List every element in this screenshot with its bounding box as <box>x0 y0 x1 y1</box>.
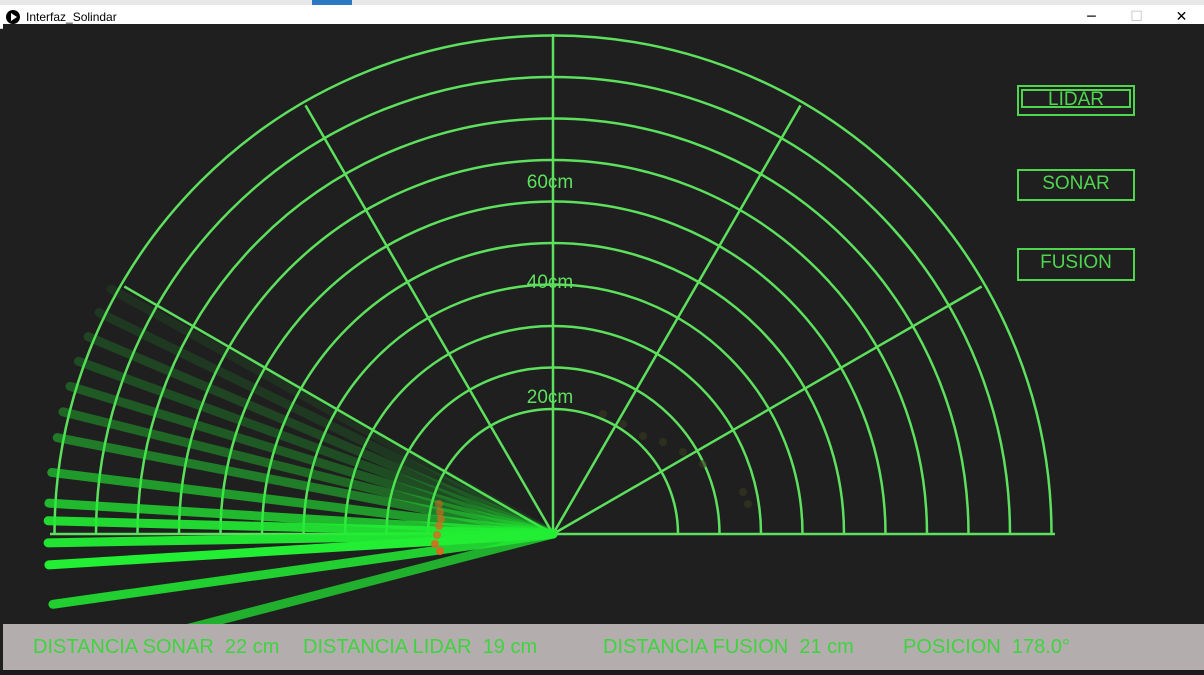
processing-app-icon <box>6 9 20 24</box>
lidar-distance-unit: cm <box>510 636 538 658</box>
position-label: POSICION <box>903 636 1001 658</box>
fusion-distance-readout: DISTANCIA FUSION 21 cm <box>603 636 854 659</box>
faded-detection-dot <box>679 448 687 456</box>
radar-spoke <box>552 285 983 536</box>
detection-dot <box>435 500 443 508</box>
fusion-distance-unit: cm <box>827 636 854 658</box>
sonar-distance-label: DISTANCIA SONAR <box>33 636 214 658</box>
position-readout: POSICION 178.0° <box>903 636 1070 659</box>
lidar-distance-value: 19 <box>482 636 505 658</box>
faded-detection-dot <box>744 500 752 508</box>
sonar-distance-readout: DISTANCIA SONAR 22 cm <box>33 636 279 659</box>
fusion-mode-button[interactable]: FUSION <box>1017 248 1135 281</box>
detection-dot <box>436 547 444 555</box>
taskbar-strip <box>0 670 1204 675</box>
lidar-distance-readout: DISTANCIA LIDAR 19 cm <box>303 636 537 659</box>
detection-dot <box>431 540 439 548</box>
lidar-mode-button[interactable]: LIDAR <box>1017 85 1135 116</box>
window-title: Interfaz_Solindar <box>26 9 117 24</box>
sonar-distance-unit: cm <box>252 636 280 658</box>
detection-dot <box>435 522 443 530</box>
range-label-60: 60cm <box>527 172 573 193</box>
fusion-distance-value: 21 <box>799 636 822 658</box>
detection-dot <box>437 515 445 523</box>
sonar-distance-value: 22 <box>224 636 248 658</box>
faded-detection-dot <box>619 420 627 428</box>
faded-detection-dot <box>599 410 607 418</box>
radar-canvas: 60cm 40cm 20cm LIDAR SONAR FUSION <box>3 24 1204 624</box>
position-value: 178.0° <box>1011 636 1070 658</box>
detection-dot <box>436 508 444 516</box>
faded-detection-dot <box>639 432 647 440</box>
lidar-distance-label: DISTANCIA LIDAR <box>303 636 472 658</box>
faded-detection-dot <box>659 438 667 446</box>
detection-dot <box>433 531 441 539</box>
faded-detection-dot <box>699 460 707 468</box>
radar-spoke <box>551 104 802 535</box>
range-label-40: 40cm <box>527 272 573 293</box>
status-bar: DISTANCIA SONAR 22 cm DISTANCIA LIDAR 19… <box>3 624 1204 670</box>
sonar-mode-button[interactable]: SONAR <box>1017 169 1135 201</box>
fusion-distance-label: DISTANCIA FUSION <box>603 636 789 658</box>
faded-detection-dot <box>739 488 747 496</box>
range-label-20: 20cm <box>527 387 573 408</box>
